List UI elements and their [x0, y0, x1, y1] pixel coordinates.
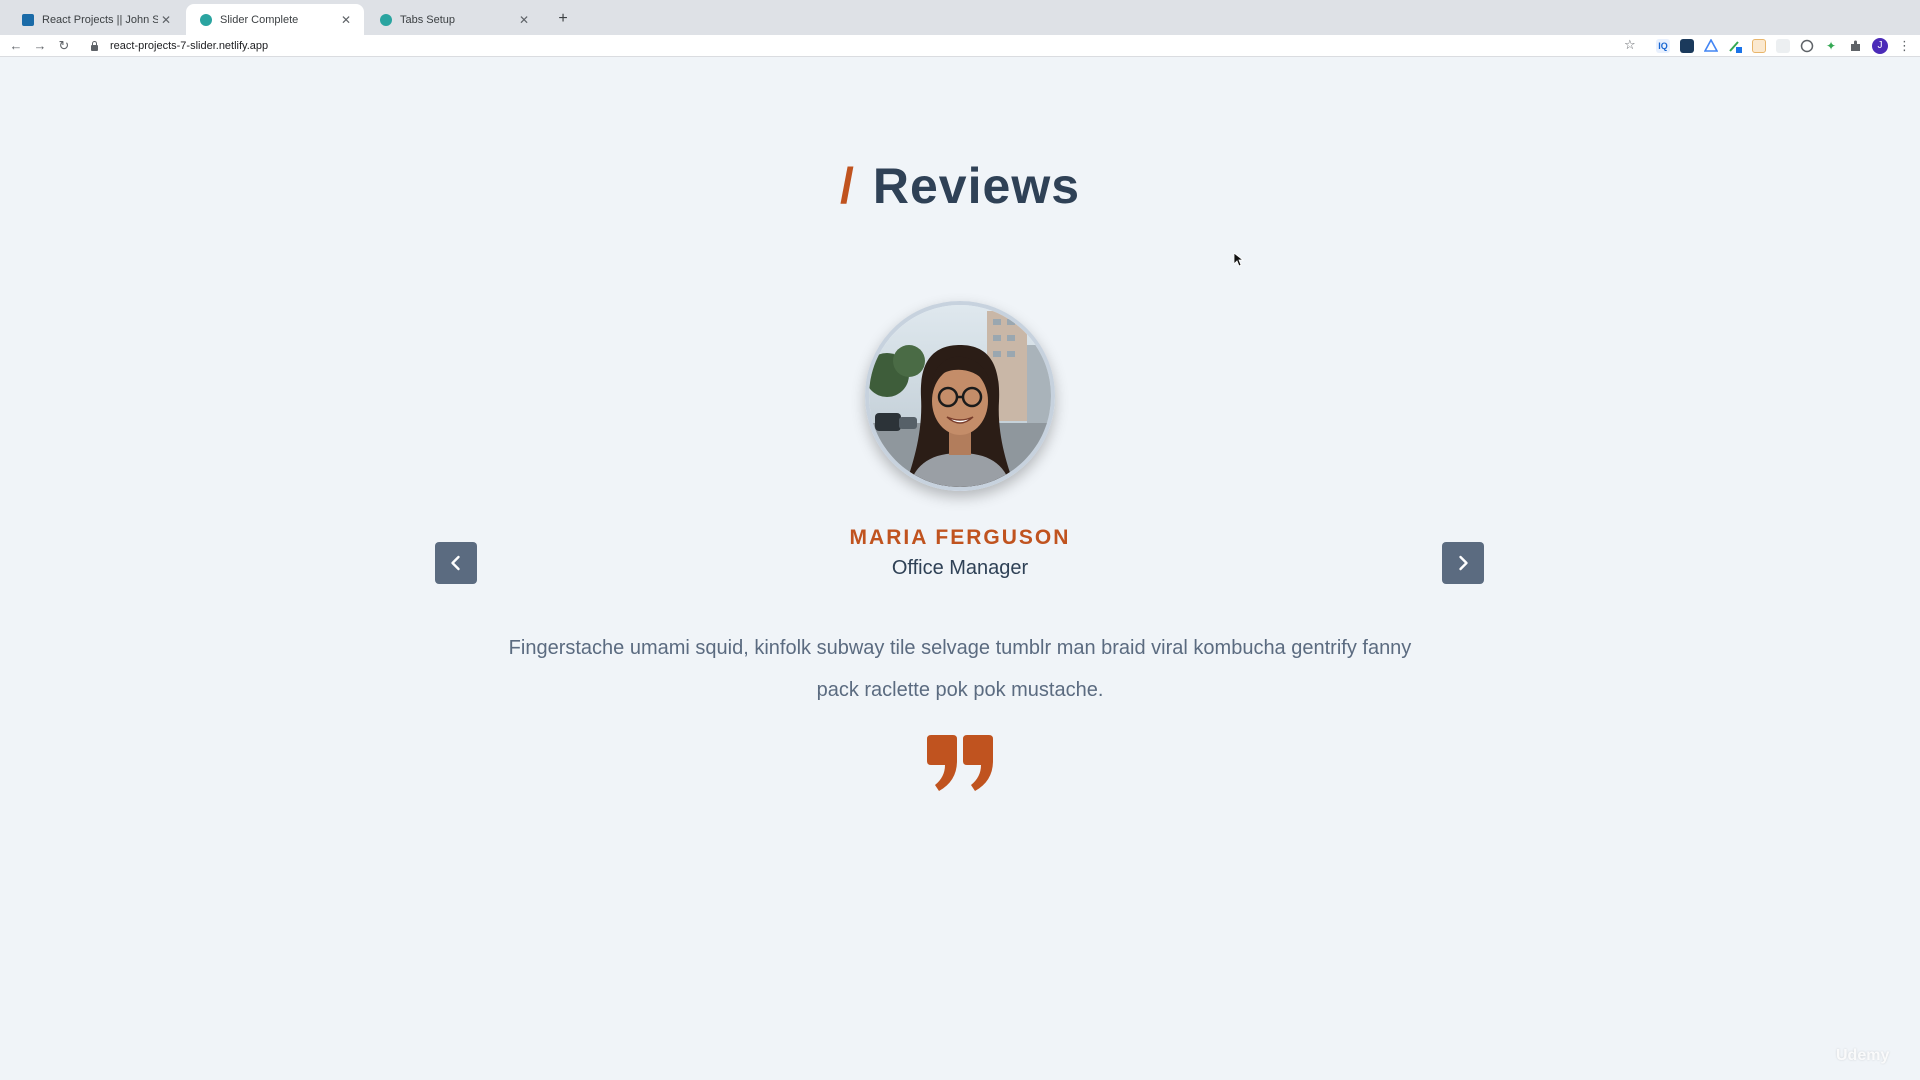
person-avatar — [865, 301, 1055, 491]
reviews-page: / Reviews MARIA FERGUSON Office Manager … — [0, 57, 1920, 1080]
chevron-right-icon — [1459, 555, 1468, 571]
browser-menu-icon[interactable]: ⋮ — [1898, 37, 1911, 55]
tab-close-icon[interactable]: ✕ — [338, 12, 354, 28]
person-job-title: Office Manager — [891, 557, 1029, 579]
person-name: MARIA FERGUSON — [849, 526, 1071, 549]
profile-avatar[interactable]: J — [1872, 38, 1888, 54]
bookmark-star-icon[interactable]: ☆ — [1624, 37, 1636, 53]
tab-title: Tabs Setup — [400, 13, 456, 26]
tab-favicon-icon — [22, 13, 34, 26]
page-title: / Reviews — [0, 157, 1920, 215]
square-extension-icon[interactable] — [1680, 39, 1694, 53]
tab-close-icon[interactable]: ✕ — [516, 12, 532, 28]
calendar-extension-icon[interactable] — [1752, 39, 1766, 53]
tab-close-icon[interactable]: ✕ — [158, 12, 174, 28]
tab-tabs-setup[interactable]: Tabs Setup ✕ — [366, 4, 542, 35]
tab-title: Slider Complete — [220, 13, 299, 26]
forward-arrow-icon[interactable]: → — [31, 37, 49, 55]
browser-chrome: React Projects || John Smilga ✕ Slider C… — [0, 0, 1920, 57]
pen-extension-icon[interactable] — [1728, 39, 1742, 53]
new-tab-button[interactable]: + — [552, 8, 574, 30]
title-text: Reviews — [872, 158, 1081, 214]
puzzle-icon[interactable] — [1848, 39, 1862, 53]
shield-extension-icon[interactable] — [1800, 39, 1814, 53]
drive-icon[interactable] — [1703, 38, 1719, 53]
iq-icon[interactable]: IQ — [1656, 39, 1670, 53]
back-arrow-icon[interactable]: ← — [7, 37, 25, 55]
tab-react-projects[interactable]: React Projects || John Smilga ✕ — [8, 4, 184, 35]
url-text: react-projects-7-slider.netlify.app — [110, 40, 269, 52]
udemy-watermark: Udemy — [1836, 1047, 1890, 1064]
review-text: Fingerstache umami squid, kinfolk subway… — [508, 637, 1412, 701]
tab-strip: React Projects || John Smilga ✕ Slider C… — [0, 0, 1920, 35]
reload-icon[interactable]: ↻ — [55, 37, 73, 55]
quote-icon — [927, 735, 993, 793]
person-photo — [869, 305, 1051, 487]
tab-title: React Projects || John Smilga — [42, 13, 158, 26]
title-slash: / — [839, 158, 855, 214]
tab-slider-complete[interactable]: Slider Complete ✕ — [186, 4, 364, 35]
next-review-button[interactable] — [1442, 542, 1484, 584]
tab-favicon-icon — [380, 13, 392, 26]
leaf-extension-icon[interactable]: ✦ — [1824, 39, 1838, 53]
lock-icon — [90, 41, 100, 51]
tab-favicon-icon — [200, 13, 212, 26]
address-bar[interactable]: react-projects-7-slider.netlify.app — [84, 36, 1644, 56]
mouse-cursor-icon — [1233, 252, 1245, 267]
puzzle-piece-icon-1[interactable] — [1776, 39, 1790, 53]
browser-toolbar: ← → ↻ react-projects-7-slider.netlify.ap… — [0, 35, 1920, 57]
